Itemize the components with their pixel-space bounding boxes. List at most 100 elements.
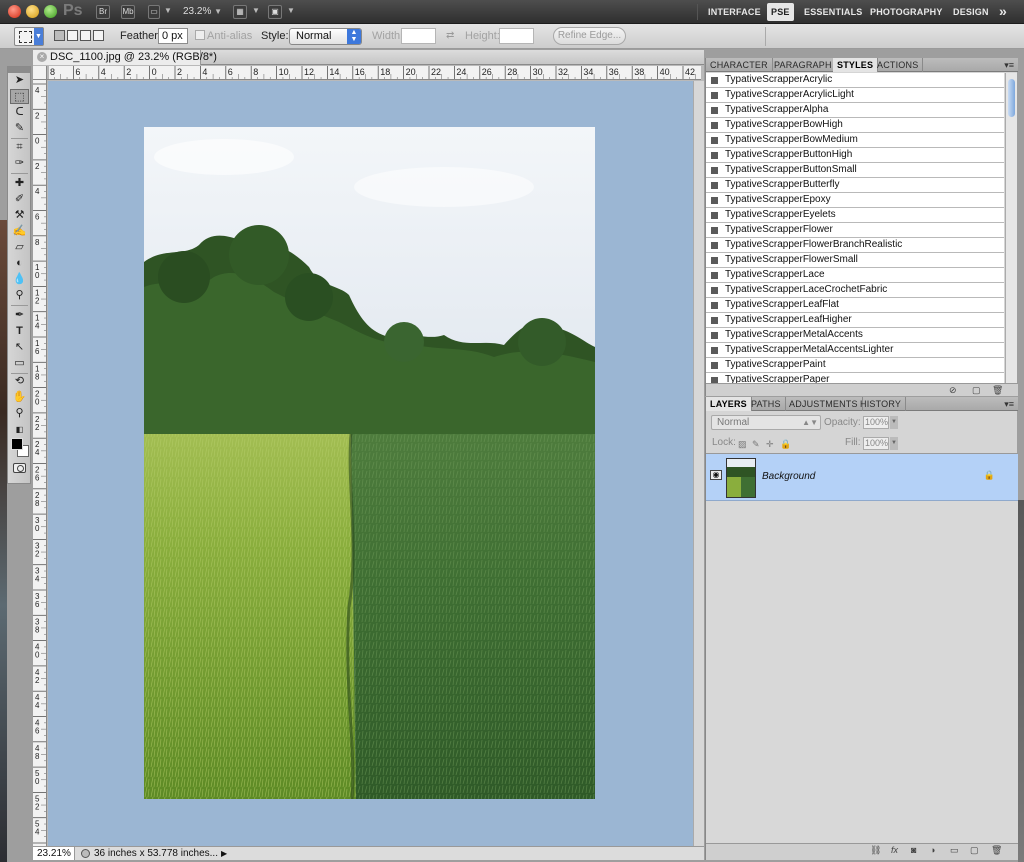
- style-item[interactable]: TypativeScrapperLeafFlat: [706, 298, 1004, 313]
- fill-caret-icon[interactable]: ▼: [890, 437, 898, 450]
- style-item[interactable]: TypativeScrapperButtonHigh: [706, 148, 1004, 163]
- eye-icon[interactable]: ◉: [710, 470, 722, 480]
- style-item[interactable]: TypativeScrapperFlowerSmall: [706, 253, 1004, 268]
- history-brush-tool-icon[interactable]: ✍: [10, 224, 29, 239]
- refine-edge-button[interactable]: Refine Edge...: [553, 27, 626, 45]
- layer-thumbnail[interactable]: [726, 458, 756, 498]
- zoom-level-select[interactable]: 23.2% ▼: [183, 6, 222, 17]
- tab-history[interactable]: HISTORY: [856, 397, 907, 411]
- height-input[interactable]: [499, 28, 534, 44]
- window-zoom-button[interactable]: [44, 5, 57, 18]
- arrange-documents-caret-icon[interactable]: ▼: [252, 6, 260, 15]
- anti-alias-checkbox[interactable]: [195, 30, 205, 40]
- style-item[interactable]: TypativeScrapperLeafHigher: [706, 313, 1004, 328]
- link-layers-icon[interactable]: ⛓: [870, 845, 881, 856]
- new-selection-icon[interactable]: [54, 30, 65, 41]
- default-colors-icon[interactable]: ◧: [10, 422, 29, 437]
- clear-style-icon[interactable]: ⊘: [949, 385, 957, 396]
- window-close-button[interactable]: [8, 5, 21, 18]
- style-item[interactable]: TypativeScrapperMetalAccentsLighter: [706, 343, 1004, 358]
- workspace-pse[interactable]: PSE: [767, 3, 794, 21]
- canvas-area[interactable]: [48, 81, 693, 846]
- style-select[interactable]: Normal ▲ ▼: [289, 28, 362, 45]
- tab-actions[interactable]: ACTIONS: [873, 58, 924, 72]
- screen-mode-button[interactable]: ▣: [268, 5, 282, 19]
- vertical-ruler[interactable]: 4202468101214161820222426283032343638404…: [33, 80, 47, 846]
- eyedropper-tool-icon[interactable]: ✑: [10, 156, 29, 171]
- style-item[interactable]: TypativeScrapperAcrylic: [706, 73, 1004, 88]
- layers-panel-menu-icon[interactable]: ▾≡: [1004, 399, 1014, 410]
- tab-character[interactable]: CHARACTER: [706, 58, 773, 72]
- style-item[interactable]: TypativeScrapperButtonSmall: [706, 163, 1004, 178]
- status-zoom-field[interactable]: 23.21%: [33, 847, 75, 860]
- layer-row-background[interactable]: ◉ Background 🔒: [706, 454, 1018, 501]
- styles-scrollbar[interactable]: [1005, 73, 1017, 383]
- 3d-rotate-tool-icon[interactable]: ⟲: [10, 374, 29, 389]
- lock-image-pixels-icon[interactable]: ✎: [752, 439, 760, 450]
- styles-panel-menu-icon[interactable]: ▾≡: [1004, 60, 1014, 71]
- type-tool-icon[interactable]: T: [10, 324, 29, 339]
- layer-name[interactable]: Background: [762, 471, 815, 482]
- style-item[interactable]: TypativeScrapperFlower: [706, 223, 1004, 238]
- opacity-input[interactable]: 100%: [863, 416, 889, 429]
- blend-mode-select[interactable]: Normal ▲▼: [711, 415, 821, 430]
- style-item[interactable]: TypativeScrapperAlpha: [706, 103, 1004, 118]
- horizontal-ruler[interactable]: 8 6 4 2 0 2 4 6 8 10 12 14 16 18 20 22 24 26 28 30 32 34 36 38 4…: [47, 66, 701, 80]
- clone-stamp-tool-icon[interactable]: ⚒: [10, 208, 29, 223]
- style-item[interactable]: TypativeScrapperButterfly: [706, 178, 1004, 193]
- new-style-icon[interactable]: ▢: [972, 385, 981, 396]
- add-mask-icon[interactable]: ◙: [911, 845, 916, 855]
- status-menu-arrow-icon[interactable]: ▶: [221, 849, 227, 858]
- style-item[interactable]: TypativeScrapperBowHigh: [706, 118, 1004, 133]
- dodge-tool-icon[interactable]: ⚲: [10, 288, 29, 303]
- crop-tool-icon[interactable]: ⌗: [10, 140, 29, 155]
- foreground-color-swatch[interactable]: [11, 438, 23, 450]
- brush-tool-icon[interactable]: ✐: [10, 192, 29, 207]
- hand-tool-icon[interactable]: ✋: [10, 390, 29, 405]
- pen-tool-icon[interactable]: ✒: [10, 308, 29, 323]
- fill-input[interactable]: 100%: [863, 437, 889, 450]
- style-item[interactable]: TypativeScrapperMetalAccents: [706, 328, 1004, 343]
- ruler-origin[interactable]: [33, 66, 47, 80]
- gradient-tool-icon[interactable]: ◐: [10, 256, 29, 271]
- tab-adjustments[interactable]: ADJUSTMENTS: [785, 397, 863, 411]
- style-item[interactable]: TypativeScrapperEpoxy: [706, 193, 1004, 208]
- style-item[interactable]: TypativeScrapperAcrylicLight: [706, 88, 1004, 103]
- opacity-caret-icon[interactable]: ▼: [890, 416, 898, 429]
- lock-position-icon[interactable]: ✛: [766, 439, 774, 450]
- eraser-tool-icon[interactable]: ▱: [10, 240, 29, 255]
- layer-style-icon[interactable]: fx: [891, 845, 898, 855]
- quick-mask-icon[interactable]: [13, 463, 26, 473]
- style-item[interactable]: TypativeScrapperEyelets: [706, 208, 1004, 223]
- tab-layers[interactable]: LAYERS: [706, 397, 752, 411]
- style-item[interactable]: TypativeScrapperLaceCrochetFabric: [706, 283, 1004, 298]
- width-input[interactable]: [401, 28, 436, 44]
- style-item[interactable]: TypativeScrapperPaint: [706, 358, 1004, 373]
- spot-healing-brush-tool-icon[interactable]: ✚: [10, 176, 29, 191]
- tab-styles[interactable]: STYLES: [833, 58, 879, 72]
- lock-all-icon[interactable]: 🔒: [780, 439, 791, 450]
- quick-selection-tool-icon[interactable]: ✎: [10, 121, 29, 136]
- zoom-tool-icon[interactable]: ⚲: [10, 406, 29, 421]
- feather-input[interactable]: 0 px: [158, 28, 188, 44]
- view-extras-caret-icon[interactable]: ▼: [164, 6, 172, 15]
- style-item[interactable]: TypativeScrapperFlowerBranchRealistic: [706, 238, 1004, 253]
- workspace-interface[interactable]: INTERFACE: [708, 3, 761, 21]
- lock-transparent-pixels-icon[interactable]: ▨: [738, 439, 747, 450]
- close-document-icon[interactable]: ×: [37, 52, 47, 62]
- launch-mini-bridge-button[interactable]: Mb: [121, 5, 135, 19]
- rectangular-marquee-tool-icon[interactable]: ⬚: [10, 89, 29, 104]
- move-tool-icon[interactable]: ➤: [10, 73, 29, 88]
- document-tab[interactable]: × DSC_1100.jpg @ 23.2% (RGB/8*): [33, 50, 217, 65]
- lasso-tool-icon[interactable]: ᑕ: [10, 105, 29, 120]
- rectangle-shape-tool-icon[interactable]: ▭: [10, 356, 29, 371]
- delete-style-icon[interactable]: 🗑: [992, 385, 1003, 396]
- photo-canvas[interactable]: [144, 127, 595, 799]
- view-extras-button[interactable]: ▭: [148, 5, 160, 19]
- screen-mode-caret-icon[interactable]: ▼: [287, 6, 295, 15]
- blur-tool-icon[interactable]: 💧: [10, 272, 29, 287]
- style-item[interactable]: TypativeScrapperBowMedium: [706, 133, 1004, 148]
- style-item[interactable]: TypativeScrapperLace: [706, 268, 1004, 283]
- add-to-selection-icon[interactable]: [67, 30, 78, 41]
- workspace-design[interactable]: DESIGN: [953, 3, 989, 21]
